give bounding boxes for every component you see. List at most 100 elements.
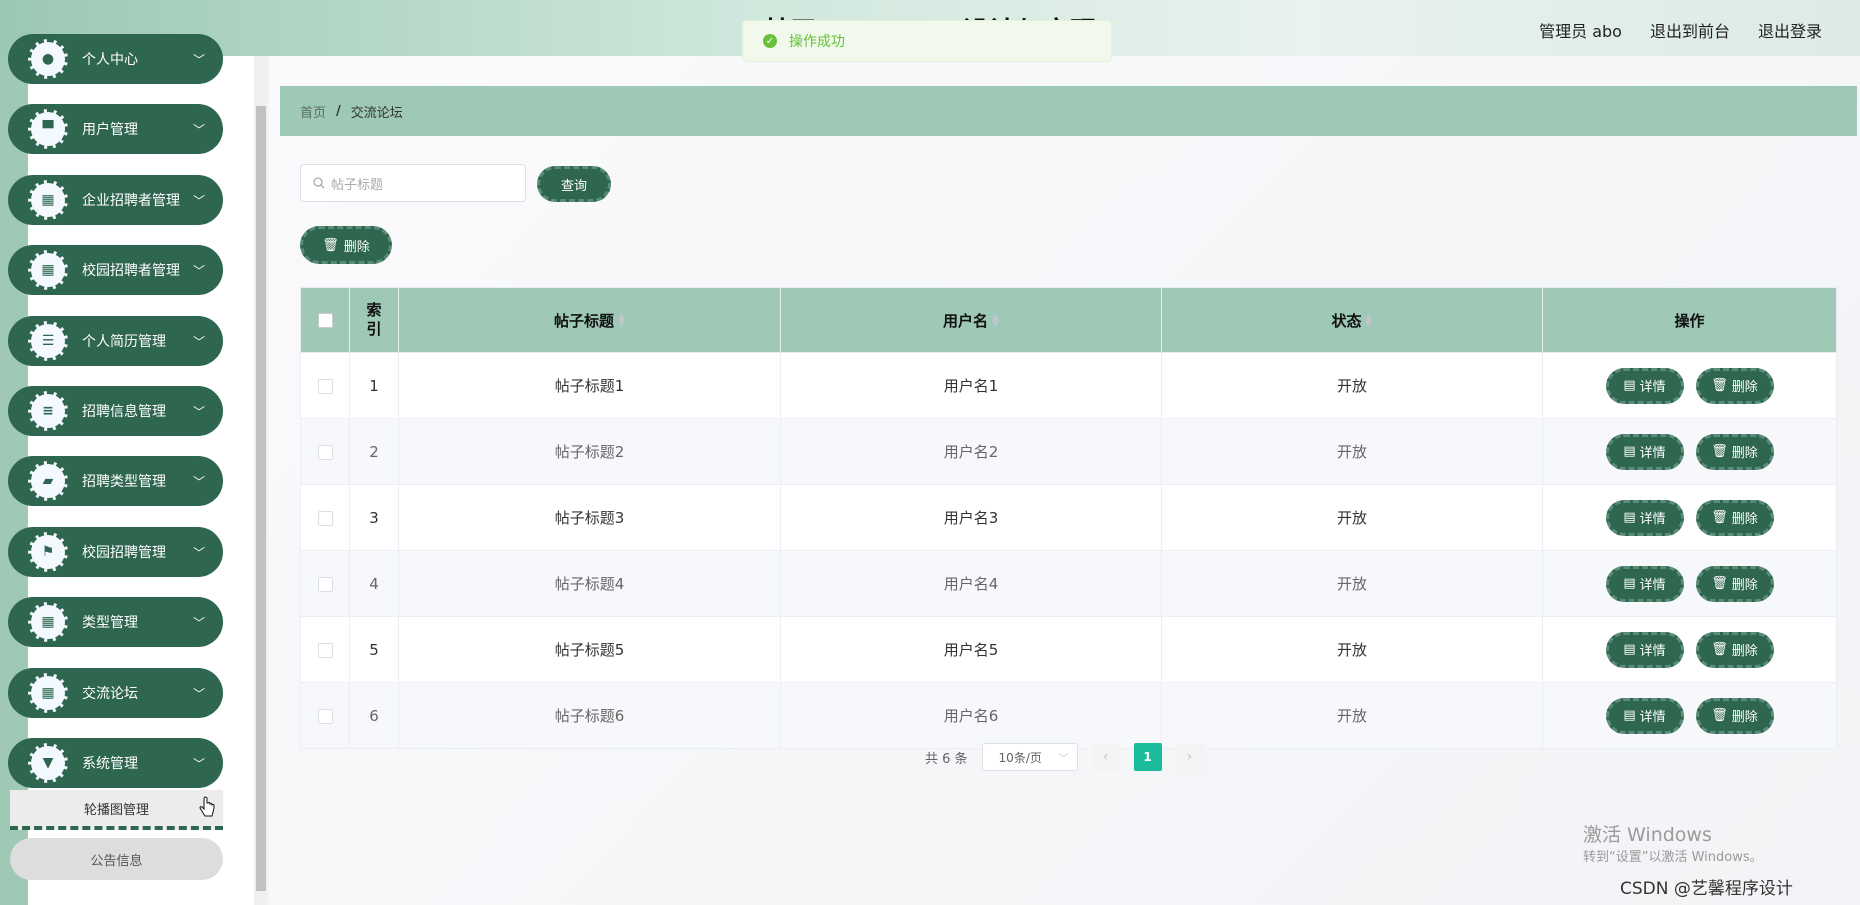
row-checkbox[interactable]: [317, 444, 333, 460]
pagination-total: 共 6 条: [925, 751, 968, 767]
detail-button[interactable]: ▤ 详情: [1605, 631, 1684, 668]
sidebar-item-campus-recruitment[interactable]: ⚑ 校园招聘管理 ﹀: [8, 527, 223, 577]
detail-button[interactable]: ▤ 详情: [1605, 697, 1684, 734]
detail-button[interactable]: ▤ 详情: [1605, 367, 1684, 404]
row-status: 开放: [1161, 682, 1543, 749]
header-title-label: 帖子标题: [554, 311, 615, 330]
row-select-cell: [300, 550, 350, 617]
row-status: 开放: [1161, 616, 1543, 683]
detail-label: 详情: [1639, 446, 1666, 461]
windows-activation-hint: 转到“设置”以激活 Windows。: [1583, 850, 1763, 865]
sidebar-subitem-notices[interactable]: 公告信息: [10, 838, 223, 880]
to-front-link[interactable]: 退出到前台: [1650, 18, 1730, 42]
delete-button[interactable]: 🗑︎ 删除: [1695, 433, 1774, 470]
query-button[interactable]: 查询: [537, 166, 611, 202]
row-user: 用户名2: [780, 418, 1162, 485]
row-actions: ▤ 详情 🗑︎ 删除: [1542, 484, 1837, 551]
header-status-label: 状态: [1331, 311, 1362, 330]
breadcrumb-current: 交流论坛: [350, 105, 403, 121]
chevron-down-icon: ﹀: [192, 193, 205, 208]
header-user[interactable]: 用户名 ▲ ▼: [780, 287, 1162, 353]
row-checkbox[interactable]: [317, 510, 333, 526]
sidebar-item-job-types[interactable]: ▰ 招聘类型管理 ﹀: [8, 456, 223, 506]
delete-label: 删除: [1731, 380, 1758, 395]
row-title: 帖子标题1: [398, 352, 781, 419]
document-icon: ▤: [1623, 444, 1636, 459]
chevron-down-icon: ﹀: [192, 52, 205, 67]
bulk-delete-button[interactable]: 🗑︎ 删除: [300, 226, 392, 264]
sidebar-item-label: 校园招聘者管理: [82, 263, 180, 279]
document-icon: ▤: [1623, 576, 1636, 591]
row-actions: ▤ 详情 🗑︎ 删除: [1542, 352, 1837, 419]
prev-page-button[interactable]: ‹: [1091, 743, 1120, 771]
row-status: 开放: [1161, 352, 1543, 419]
delete-button[interactable]: 🗑︎ 删除: [1695, 499, 1774, 536]
select-all-checkbox[interactable]: [317, 313, 333, 328]
sidebar-item-resumes[interactable]: ☰ 个人简历管理 ﹀: [8, 316, 223, 366]
page-size-value: 10条/页: [998, 750, 1042, 765]
list-icon: ☰: [28, 321, 68, 361]
monitor-icon: ▀: [28, 109, 68, 149]
chevron-down-icon: ﹀: [192, 756, 205, 771]
sort-icon[interactable]: ▲ ▼: [1366, 313, 1373, 329]
delete-button[interactable]: 🗑︎ 删除: [1695, 367, 1774, 404]
row-checkbox[interactable]: [317, 708, 333, 724]
sidebar-item-users[interactable]: ▀ 用户管理 ﹀: [8, 104, 223, 154]
sidebar-item-types[interactable]: ▦ 类型管理 ﹀: [8, 597, 223, 647]
detail-button[interactable]: ▤ 详情: [1605, 565, 1684, 602]
trash-icon: 🗑︎: [1711, 576, 1728, 591]
breadcrumb-home[interactable]: 首页: [300, 102, 326, 121]
row-checkbox[interactable]: [317, 642, 333, 658]
sidebar-item-label: 交流论坛: [82, 686, 138, 702]
row-select-cell: [300, 616, 350, 683]
header-title[interactable]: 帖子标题 ▲ ▼: [398, 287, 781, 353]
breadcrumb-separator: /: [336, 103, 341, 119]
sidebar-item-personal-center[interactable]: ● 个人中心 ﹀: [8, 34, 223, 84]
podium-icon: ▼: [28, 743, 68, 783]
forum-table: 索 引 帖子标题 ▲ ▼ 用户名 ▲ ▼ 状态 ▲ ▼ 操作 1 帖子标题1 用户名1 开放…: [300, 287, 1837, 749]
trash-icon: 🗑︎: [1711, 378, 1728, 393]
sidebar-item-enterprise-recruiters[interactable]: ▦ 企业招聘者管理 ﹀: [8, 175, 223, 225]
search-input[interactable]: 帖子标题: [300, 164, 526, 202]
row-user: 用户名6: [780, 682, 1162, 749]
toast-message: 操作成功: [789, 34, 845, 50]
chevron-down-icon: ﹀: [192, 615, 205, 630]
grid-icon: ▦: [28, 180, 68, 220]
check-circle-icon: ✓: [763, 34, 777, 48]
sidebar-item-job-info[interactable]: ≡ 招聘信息管理 ﹀: [8, 386, 223, 436]
detail-button[interactable]: ▤ 详情: [1605, 499, 1684, 536]
sidebar-item-campus-recruiters[interactable]: ▦ 校园招聘者管理 ﹀: [8, 245, 223, 295]
chevron-down-icon: ﹀: [192, 263, 205, 278]
row-title: 帖子标题5: [398, 616, 781, 683]
chevron-down-icon: ﹀: [192, 334, 205, 349]
delete-label: 删除: [1731, 710, 1758, 725]
sidebar-item-system[interactable]: ▼ 系统管理 ﹀: [8, 738, 223, 788]
delete-button[interactable]: 🗑︎ 删除: [1695, 565, 1774, 602]
sort-icon[interactable]: ▲ ▼: [618, 313, 625, 329]
chevron-down-icon: ﹀: [192, 545, 205, 560]
row-select-cell: [300, 682, 350, 749]
next-page-button[interactable]: ›: [1175, 743, 1204, 771]
logout-link[interactable]: 退出登录: [1758, 18, 1822, 42]
header-action-label: 操作: [1674, 311, 1705, 330]
table-row: 3 帖子标题3 用户名3 开放 ▤ 详情 🗑︎ 删除: [300, 484, 1837, 551]
header-index-label: 索 引: [366, 301, 382, 338]
page-size-select[interactable]: 10条/页 ﹀: [981, 743, 1078, 771]
header-status[interactable]: 状态 ▲ ▼: [1161, 287, 1543, 353]
row-checkbox[interactable]: [317, 378, 333, 394]
delete-button[interactable]: 🗑︎ 删除: [1695, 631, 1774, 668]
sidebar-scroll-thumb[interactable]: [256, 106, 266, 891]
row-select-cell: [300, 418, 350, 485]
sort-icon[interactable]: ▲ ▼: [992, 313, 999, 329]
sidebar-subitem-carousel[interactable]: 轮播图管理: [10, 790, 223, 830]
sidebar-item-forum[interactable]: ▦ 交流论坛 ﹀: [8, 668, 223, 718]
chevron-down-icon: ﹀: [192, 474, 205, 489]
grid-icon: ▦: [28, 602, 68, 642]
detail-button[interactable]: ▤ 详情: [1605, 433, 1684, 470]
chevron-down-icon: ﹀: [1058, 753, 1069, 765]
row-title: 帖子标题6: [398, 682, 781, 749]
row-checkbox[interactable]: [317, 576, 333, 592]
row-select-cell: [300, 352, 350, 419]
page-number-button[interactable]: 1: [1133, 743, 1162, 771]
delete-button[interactable]: 🗑︎ 删除: [1695, 697, 1774, 734]
